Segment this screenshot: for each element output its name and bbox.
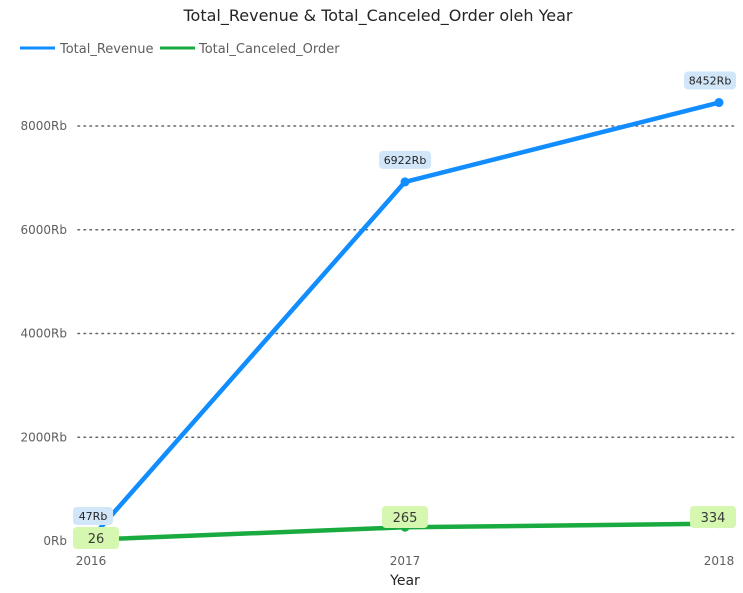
data-label-text: 26 [88, 532, 105, 547]
data-label-total-canceled-order: 334 [690, 506, 736, 528]
data-label-text: 334 [701, 511, 726, 526]
legend: Total_Revenue Total_Canceled_Order [20, 42, 340, 57]
data-label-text: 6922Rb [384, 154, 427, 167]
x-tick-label: 2018 [704, 554, 735, 568]
y-tick-label: 4000Rb [21, 327, 68, 341]
legend-label-total-canceled-order[interactable]: Total_Canceled_Order [198, 42, 340, 57]
line-chart: Total_Revenue & Total_Canceled_Order ole… [20, 6, 736, 589]
data-point-total-revenue[interactable] [400, 177, 410, 187]
data-label-total-revenue: 47Rb [73, 507, 113, 525]
data-label-total-revenue: 8452Rb [684, 71, 736, 90]
data-label-text: 265 [393, 511, 418, 526]
x-axis-title: Year [389, 573, 420, 589]
legend-label-total-revenue[interactable]: Total_Revenue [59, 42, 153, 57]
data-point-total-revenue[interactable] [714, 98, 724, 108]
y-tick-label: 2000Rb [21, 430, 68, 444]
chart-title: Total_Revenue & Total_Canceled_Order ole… [183, 6, 573, 26]
x-tick-label: 2017 [390, 554, 421, 568]
data-label-text: 8452Rb [689, 75, 732, 88]
data-label-text: 47Rb [79, 510, 108, 523]
data-label-total-canceled-order: 26 [73, 527, 119, 549]
y-tick-label: 8000Rb [21, 119, 68, 133]
data-labels: 47Rb 6922Rb 8452Rb 26 265 334 [73, 71, 736, 549]
y-tick-label: 0Rb [43, 534, 67, 548]
data-label-total-revenue: 6922Rb [379, 150, 431, 169]
x-tick-label: 2016 [76, 554, 107, 568]
gridlines [77, 125, 736, 439]
x-axis-ticks: 2016 2017 2018 [76, 554, 735, 568]
y-tick-label: 6000Rb [21, 223, 68, 237]
y-axis-ticks: 0Rb 2000Rb 4000Rb 6000Rb 8000Rb [21, 119, 68, 548]
data-label-total-canceled-order: 265 [382, 506, 428, 528]
chart-container: Total_Revenue & Total_Canceled_Order ole… [0, 0, 743, 593]
